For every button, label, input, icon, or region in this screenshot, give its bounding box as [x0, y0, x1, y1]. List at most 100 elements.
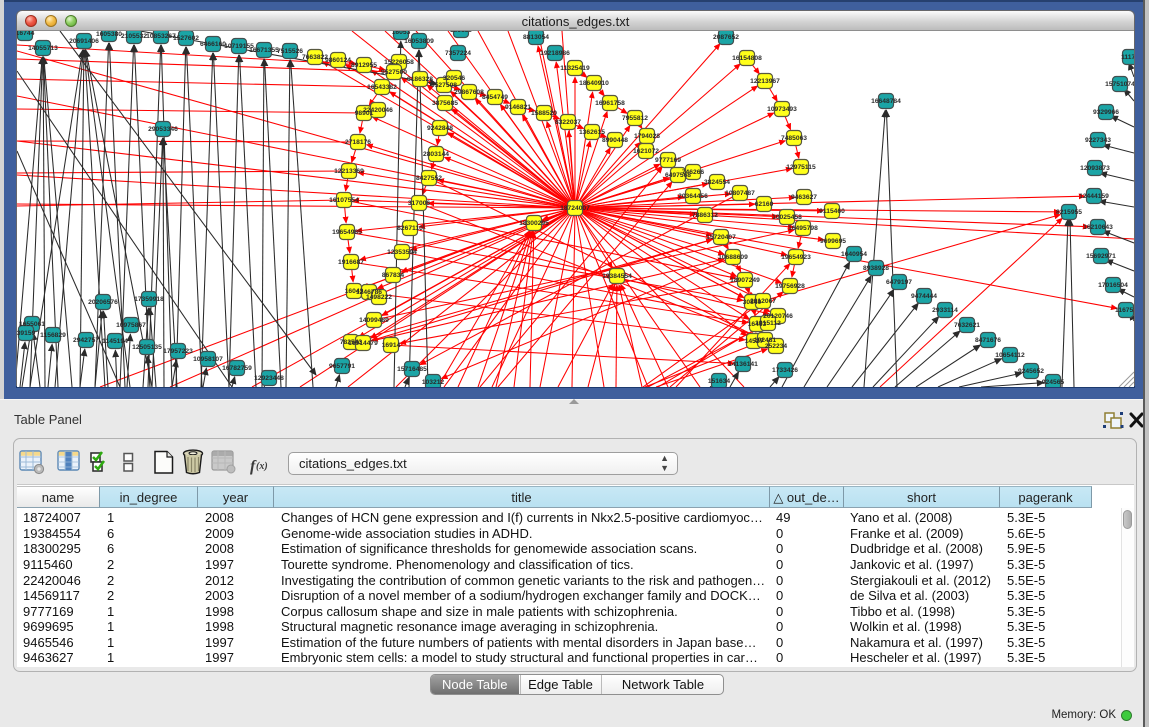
svg-text:1527602: 1527602	[173, 35, 199, 42]
svg-text:1640954: 1640954	[841, 251, 867, 258]
svg-text:10958107: 10958107	[193, 356, 223, 363]
svg-text:17016504: 17016504	[1098, 282, 1128, 289]
svg-text:9527500: 9527500	[381, 69, 407, 76]
svg-text:16914: 16914	[382, 342, 401, 349]
svg-text:9860124: 9860124	[325, 57, 351, 64]
svg-text:12444159: 12444159	[1079, 193, 1109, 200]
svg-text:116753: 116753	[1115, 307, 1134, 314]
svg-text:12505135: 12505135	[132, 344, 162, 351]
svg-text:2942757: 2942757	[73, 337, 99, 344]
svg-text:1605380: 1605380	[96, 31, 122, 38]
svg-text:16107554: 16107554	[329, 197, 359, 204]
svg-text:15716485: 15716485	[397, 366, 427, 373]
svg-text:6466160: 6466160	[200, 41, 226, 48]
svg-text:16671355: 16671355	[249, 47, 279, 54]
svg-text:9474444: 9474444	[911, 293, 937, 300]
svg-text:924565: 924565	[1042, 379, 1065, 386]
svg-text:2933114: 2933114	[932, 307, 958, 314]
svg-text:16210643: 16210643	[1083, 224, 1113, 231]
svg-text:9329966: 9329966	[1093, 109, 1119, 116]
svg-text:15692971: 15692971	[1086, 253, 1116, 260]
svg-text:19654985: 19654985	[332, 229, 362, 236]
svg-text:2105532: 2105532	[121, 33, 147, 40]
svg-text:15720407: 15720407	[706, 234, 736, 241]
svg-text:185130: 185130	[450, 31, 473, 34]
svg-text:867834: 867834	[382, 272, 405, 279]
svg-text:12975115: 12975115	[786, 164, 816, 171]
svg-text:7886312: 7886312	[692, 212, 718, 219]
svg-text:1621072: 1621072	[633, 148, 659, 155]
svg-text:10688609: 10688609	[718, 254, 748, 261]
svg-text:16053: 16053	[392, 31, 411, 36]
svg-text:8813054: 8813054	[523, 34, 549, 41]
svg-text:62160: 62160	[755, 201, 774, 208]
svg-text:29867608: 29867608	[454, 89, 484, 96]
svg-text:1145194: 1145194	[102, 338, 128, 345]
svg-text:103212: 103212	[422, 379, 445, 386]
svg-text:11173: 11173	[1121, 54, 1134, 61]
svg-text:12213369: 12213369	[334, 168, 364, 175]
svg-text:2087652: 2087652	[713, 34, 739, 41]
svg-text:8471676: 8471676	[975, 337, 1001, 344]
svg-text:12213967: 12213967	[750, 78, 780, 85]
svg-text:8322037: 8322037	[555, 119, 581, 126]
svg-text:10973493: 10973493	[767, 106, 797, 113]
svg-text:9699695: 9699695	[820, 238, 846, 245]
svg-text:14099489: 14099489	[359, 317, 389, 324]
svg-text:9657791: 9657791	[329, 363, 355, 370]
svg-text:8215955: 8215955	[1056, 209, 1082, 216]
svg-text:1733426: 1733426	[772, 367, 798, 374]
svg-text:8454749: 8454749	[482, 94, 508, 101]
svg-text:3875685: 3875685	[432, 100, 458, 107]
svg-text:15226058: 15226058	[384, 59, 414, 66]
svg-text:2803144: 2803144	[423, 151, 449, 158]
svg-text:8267110: 8267110	[397, 225, 423, 232]
svg-text:19654923: 19654923	[781, 254, 811, 261]
svg-text:8938928: 8938928	[863, 265, 889, 272]
svg-text:16543382: 16543382	[367, 84, 397, 91]
svg-text:7515526: 7515526	[277, 48, 303, 55]
svg-text:18640910: 18640910	[579, 80, 609, 87]
svg-text:16495798: 16495798	[788, 225, 818, 232]
svg-text:12353594: 12353594	[387, 249, 417, 256]
svg-text:7485063: 7485063	[781, 135, 807, 142]
svg-text:19384554: 19384554	[602, 273, 632, 280]
svg-text:18300295: 18300295	[519, 220, 549, 227]
svg-text:9245652: 9245652	[1018, 368, 1044, 375]
svg-text:12093873: 12093873	[1080, 165, 1110, 172]
svg-text:18907249: 18907249	[730, 277, 760, 284]
svg-text:746266: 746266	[682, 169, 705, 176]
svg-text:1588520: 1588520	[531, 110, 557, 117]
svg-text:16914479: 16914479	[348, 340, 378, 347]
svg-text:22420046: 22420046	[363, 107, 393, 114]
svg-text:8427552: 8427552	[416, 175, 442, 182]
svg-text:151634: 151634	[708, 378, 731, 385]
svg-text:20206576: 20206576	[88, 299, 118, 306]
svg-text:10654112: 10654112	[995, 352, 1025, 359]
svg-text:7357224: 7357224	[445, 50, 471, 57]
svg-text:317006: 317006	[408, 200, 431, 207]
svg-text:1915112: 1915112	[755, 320, 781, 327]
svg-text:8912955: 8912955	[351, 62, 377, 69]
svg-text:1794028: 1794028	[634, 133, 660, 140]
svg-text:2718176: 2718176	[345, 139, 371, 146]
svg-text:16782759: 16782759	[222, 365, 252, 372]
svg-text:16053809: 16053809	[404, 38, 434, 45]
svg-text:16648784: 16648784	[871, 98, 901, 105]
svg-text:1655061: 1655061	[19, 321, 45, 328]
svg-text:12923448: 12923448	[254, 375, 284, 382]
svg-text:3824554: 3824554	[704, 179, 730, 186]
svg-text:(x): (x)	[256, 461, 268, 472]
svg-text:9227343: 9227343	[1085, 137, 1111, 144]
svg-text:9146821: 9146821	[505, 104, 531, 111]
svg-text:17957223: 17957223	[163, 348, 193, 355]
svg-text:18724007: 18724007	[560, 205, 590, 212]
svg-text:15751074: 15751074	[1105, 81, 1134, 88]
svg-text:29053346: 29053346	[148, 126, 178, 133]
svg-text:1156829: 1156829	[40, 332, 66, 339]
svg-text:9777169: 9777169	[655, 157, 681, 164]
svg-text:19756928: 19756928	[775, 283, 805, 290]
svg-text:16154808: 16154808	[732, 55, 762, 62]
svg-text:9242848: 9242848	[427, 125, 453, 132]
svg-text:9115460: 9115460	[819, 208, 845, 215]
